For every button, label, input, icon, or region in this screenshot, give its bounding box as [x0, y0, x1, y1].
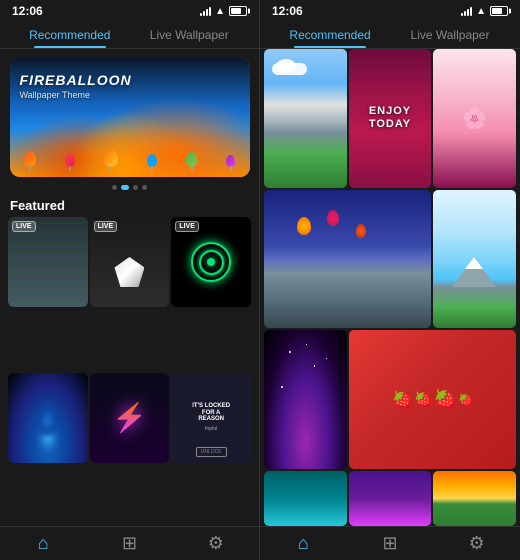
enjoy-text: ENJOY TODAY: [369, 105, 411, 131]
tabs-left: Recommended Live Wallpaper: [0, 22, 259, 49]
bottom-nav-right: ⌂ ⊞ ⚙: [260, 526, 520, 560]
dot-3[interactable]: [142, 185, 147, 190]
status-time-left: 12:06: [12, 4, 43, 18]
bottom-nav-left: ⌂ ⊞ ⚙: [0, 526, 259, 560]
lock-text-container: IT'S LOCKEDFOR AREASON fnpful UNLOCK: [171, 373, 251, 463]
home-icon: ⌂: [38, 533, 49, 554]
tab-recommended-right[interactable]: Recommended: [270, 22, 390, 48]
dot-1[interactable]: [121, 185, 129, 190]
hero-text-container: FIREBALLOON Wallpaper Theme: [20, 72, 132, 100]
tab-live-wallpaper-right[interactable]: Live Wallpaper: [390, 22, 510, 48]
nav-grid-left[interactable]: ⊞: [86, 533, 172, 554]
home-icon-right: ⌂: [298, 533, 309, 554]
hero-subtitle: Wallpaper Theme: [20, 90, 132, 100]
settings-icon-right: ⚙: [469, 533, 485, 554]
wg-item-balloons[interactable]: [264, 190, 431, 329]
nav-home-right[interactable]: ⌂: [260, 533, 347, 554]
battery-icon: [229, 6, 247, 16]
status-time-right: 12:06: [272, 4, 303, 18]
tab-recommended-left[interactable]: Recommended: [10, 22, 130, 48]
tab-live-wallpaper-left[interactable]: Live Wallpaper: [130, 22, 250, 48]
grid-icon: ⊞: [122, 533, 137, 554]
wg-item-green[interactable]: [433, 471, 516, 526]
wg-item-mountain[interactable]: [264, 49, 347, 188]
wg-row-4: [264, 471, 516, 526]
nav-settings-left[interactable]: ⚙: [173, 533, 259, 554]
featured-section-title: Featured: [0, 194, 259, 217]
grid-icon-right: ⊞: [382, 533, 397, 554]
wg-item-strawberry[interactable]: 🍓 🍓 🍓 🍓: [349, 330, 516, 469]
live-badge-2: LIVE: [94, 221, 118, 232]
lock-sub-text: fnpful: [205, 426, 217, 432]
featured-item-5[interactable]: ⚡: [90, 373, 170, 463]
hero-title: FIREBALLOON: [20, 72, 132, 88]
wg-row-3: 🍓 🍓 🍓 🍓: [264, 330, 516, 469]
unlock-button[interactable]: UNLOCK: [196, 447, 227, 457]
battery-icon-right: [490, 6, 508, 16]
wg-item-cherry[interactable]: 🌸: [433, 49, 516, 188]
wallpaper-grid-container: ENJOY TODAY 🌸: [260, 49, 520, 526]
dot-2[interactable]: [133, 185, 138, 190]
settings-icon: ⚙: [208, 533, 224, 554]
nav-grid-right[interactable]: ⊞: [347, 533, 434, 554]
dot-0[interactable]: [112, 185, 117, 190]
featured-item-2[interactable]: LIVE: [90, 217, 170, 307]
lock-main-text: IT'S LOCKEDFOR AREASON: [192, 403, 230, 423]
hero-banner[interactable]: FIREBALLOON Wallpaper Theme: [10, 57, 250, 177]
featured-grid: LIVE LIVE LIVE: [0, 217, 259, 526]
wg-row-2: [264, 190, 516, 329]
left-phone: 12:06 ▲ Recommended Live Wallpaper FIREB…: [0, 0, 260, 560]
carousel-dots: [0, 185, 259, 190]
status-bar-left: 12:06 ▲: [0, 0, 259, 22]
featured-item-4[interactable]: [8, 373, 88, 463]
wg-item-purple[interactable]: [349, 471, 432, 526]
featured-item-6[interactable]: IT'S LOCKEDFOR AREASON fnpful UNLOCK: [171, 373, 251, 463]
featured-item-1[interactable]: LIVE: [8, 217, 88, 307]
nav-home-left[interactable]: ⌂: [0, 533, 86, 554]
wg-item-teal[interactable]: [264, 471, 347, 526]
wg-item-space[interactable]: [264, 330, 347, 469]
wg-row-1: ENJOY TODAY 🌸: [264, 49, 516, 188]
signal-icon: [200, 6, 211, 16]
diamond-icon: [114, 257, 144, 287]
live-badge-1: LIVE: [12, 221, 36, 232]
featured-item-3[interactable]: LIVE: [171, 217, 251, 307]
wifi-icon: ▲: [215, 6, 225, 17]
status-icons-right: ▲: [461, 6, 508, 17]
signal-icon-right: [461, 6, 472, 16]
wg-item-fuji[interactable]: [433, 190, 516, 329]
hero-balloons: [10, 149, 250, 167]
wifi-icon-right: ▲: [476, 6, 486, 17]
lightning-icon: ⚡: [90, 373, 170, 463]
nav-settings-right[interactable]: ⚙: [433, 533, 520, 554]
status-bar-right: 12:06 ▲: [260, 0, 520, 22]
right-phone: 12:06 ▲ Recommended Live Wallpaper: [260, 0, 520, 560]
status-icons-left: ▲: [200, 6, 247, 17]
tabs-right: Recommended Live Wallpaper: [260, 22, 520, 49]
live-badge-3: LIVE: [175, 221, 199, 232]
wg-item-enjoy[interactable]: ENJOY TODAY: [349, 49, 432, 188]
